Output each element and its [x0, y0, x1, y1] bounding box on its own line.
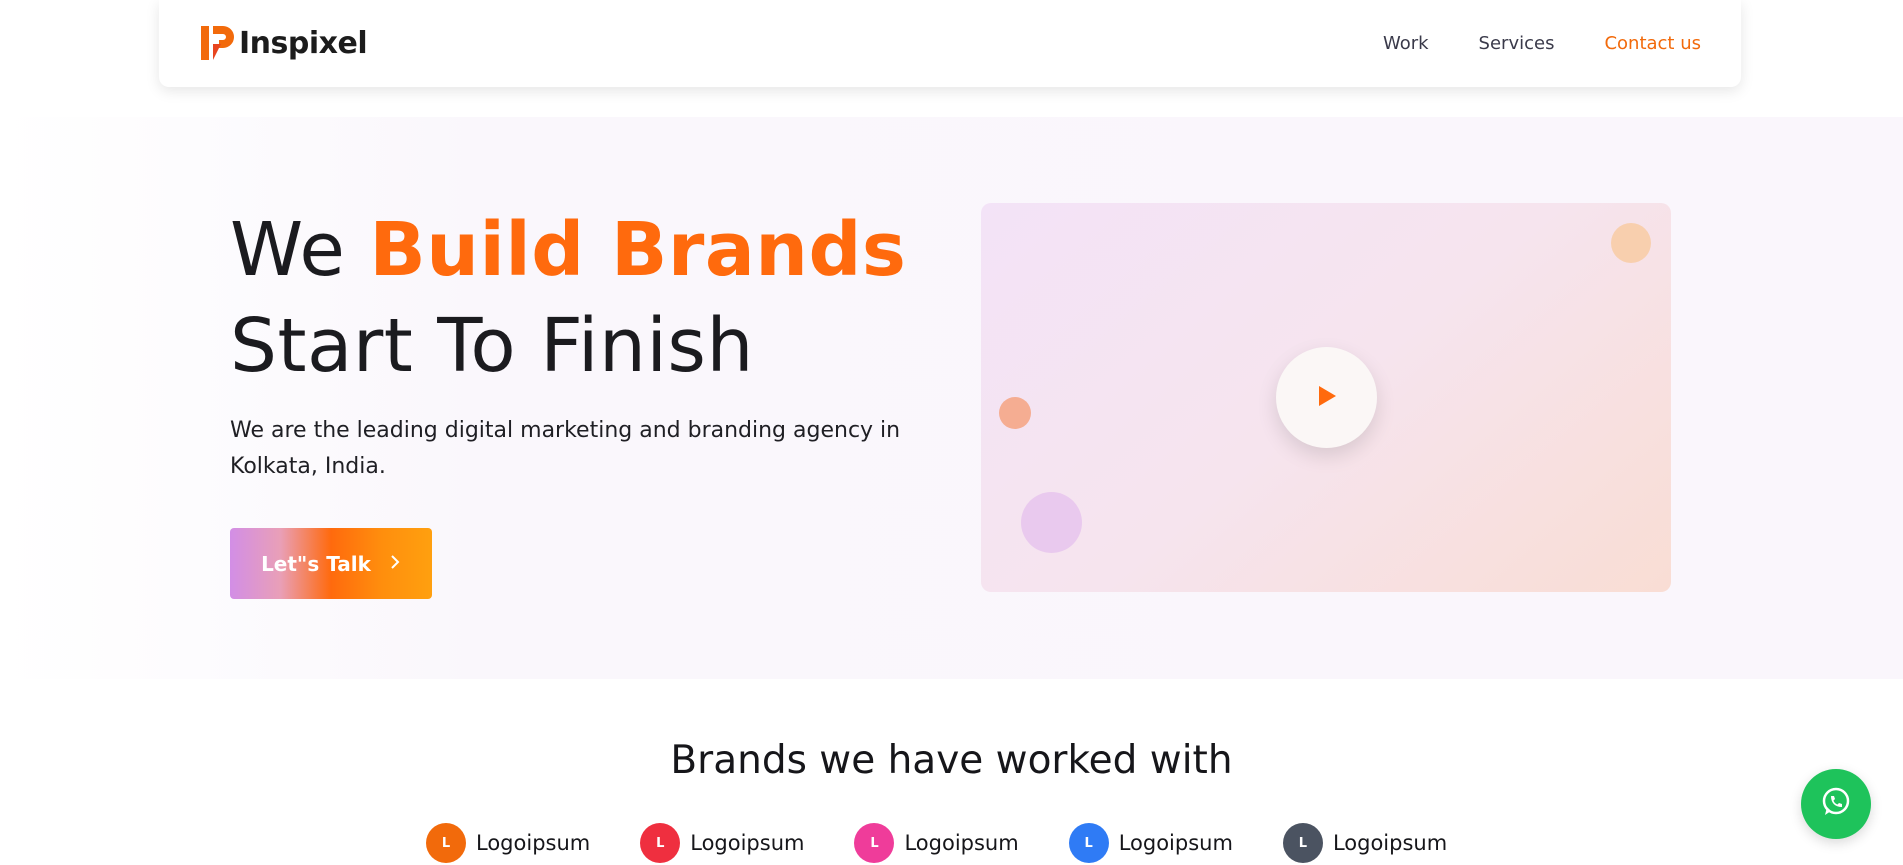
- brand-item: L Logoipsum: [426, 823, 590, 863]
- decor-bubble: [1021, 492, 1082, 553]
- hero-video[interactable]: [981, 203, 1671, 592]
- play-icon: [1316, 384, 1338, 412]
- site-header: Inspixel Work Services Contact us: [159, 0, 1741, 87]
- main-nav: Work Services Contact us: [1383, 33, 1701, 54]
- brand-item: L Logoipsum: [1068, 823, 1233, 863]
- brand-name: Logoipsum: [690, 831, 805, 855]
- hero-section: We Build Brands Start To Finish We are t…: [0, 117, 1903, 679]
- logo-mark-icon: [199, 24, 235, 64]
- decor-bubble: [999, 397, 1031, 429]
- brands-list: L Logoipsum L Logoipsum L Logoipsum L Lo…: [426, 823, 1447, 863]
- brand-logo-icon: L: [1068, 823, 1109, 863]
- hero-title-accent: Build Brands: [369, 207, 907, 293]
- brand-logo-icon: L: [640, 823, 681, 863]
- brand-name: Logoipsum: [476, 831, 591, 855]
- lets-talk-button[interactable]: Let"s Talk: [230, 528, 432, 599]
- whatsapp-icon: [1819, 785, 1853, 823]
- lets-talk-label: Let"s Talk: [261, 551, 371, 576]
- brand-name: Logoipsum: [1332, 831, 1448, 855]
- brand-item: L Logoipsum: [640, 823, 804, 863]
- brand-item: L Logoipsum: [854, 823, 1019, 863]
- hero-title-line2: Start To Finish: [230, 303, 754, 389]
- brand-logo-icon: L: [854, 823, 895, 863]
- logo-text: Inspixel: [239, 26, 368, 61]
- nav-work[interactable]: Work: [1383, 33, 1429, 54]
- hero-title: We Build Brands Start To Finish: [230, 202, 906, 394]
- nav-contact-us[interactable]: Contact us: [1604, 33, 1701, 54]
- brands-title: Brands we have worked with: [670, 738, 1233, 783]
- brand-name: Logoipsum: [1118, 831, 1233, 855]
- logo[interactable]: Inspixel: [199, 24, 368, 64]
- brand-logo-icon: L: [1282, 823, 1323, 863]
- play-button[interactable]: [1276, 347, 1377, 448]
- decor-bubble: [1611, 223, 1651, 263]
- brand-name: Logoipsum: [904, 831, 1019, 855]
- whatsapp-button[interactable]: [1801, 769, 1871, 839]
- brand-item: L Logoipsum: [1282, 823, 1448, 863]
- brand-logo-icon: L: [426, 823, 466, 863]
- chevron-right-icon: [389, 552, 401, 576]
- hero-title-prefix: We: [230, 207, 370, 293]
- hero-subtitle: We are the leading digital marketing and…: [230, 418, 901, 479]
- nav-services[interactable]: Services: [1479, 33, 1555, 54]
